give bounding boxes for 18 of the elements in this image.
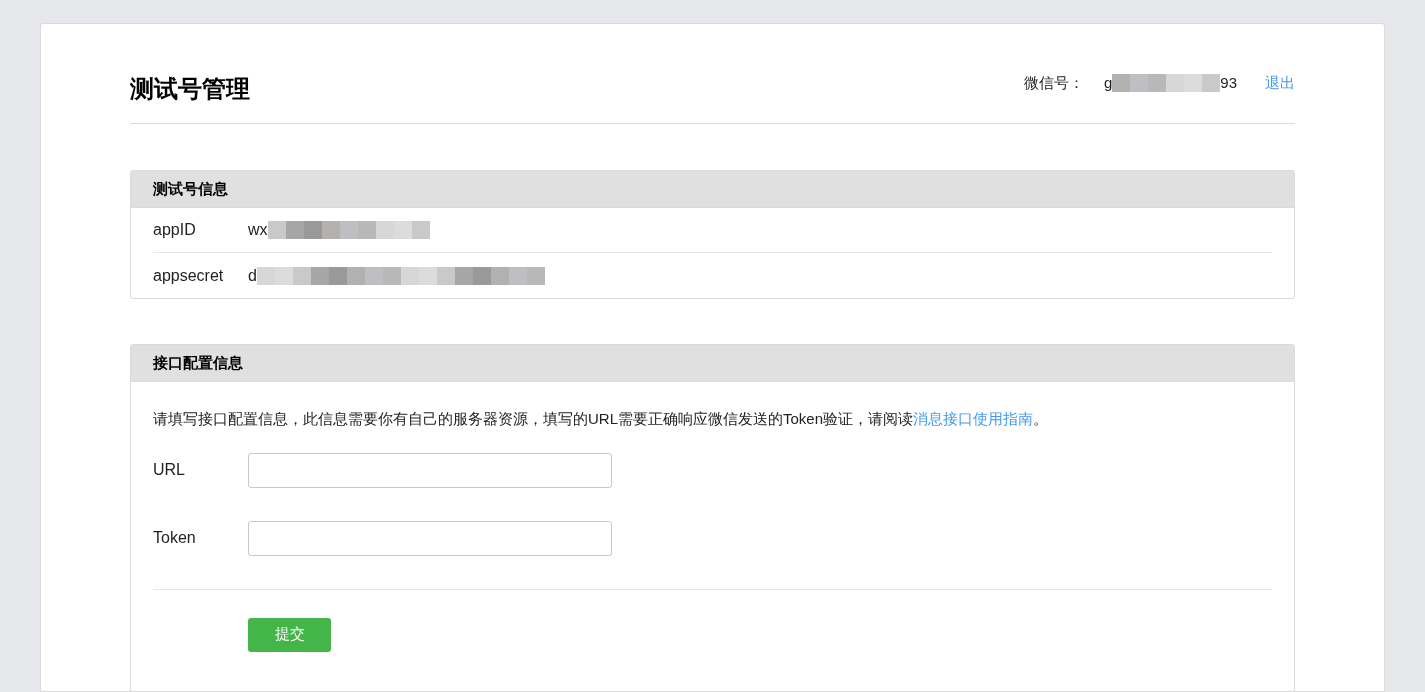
wechat-id-text: g [1103,72,1113,93]
panel-title: 接口配置信息 [153,352,243,373]
instruction-text: 请填写接口配置信息，此信息需要你有自己的服务器资源，填写的URL需要正确响应微信发送的Token验证，请阅读消息接口使用指南。 [153,409,1050,429]
field-label: appID [153,220,197,240]
input-field[interactable] [248,520,612,556]
field-value: wx [248,220,268,240]
wechat-id-label: 微信号： [1023,72,1084,93]
wechat-id-text: 93 [1220,72,1237,93]
page-title: 测试号管理 [130,74,250,104]
panel-title: 测试号信息 [153,178,228,199]
field-label: URL [153,460,186,480]
guide-link[interactable]: 消息接口使用指南 [913,410,1034,427]
field-label: appsecret [153,265,225,286]
field-label: Token [153,528,197,548]
submit-button[interactable]: 提交 [248,617,331,652]
logout-link[interactable]: 退出 [1265,71,1295,95]
field-value: d [248,265,257,286]
input-field[interactable] [248,452,612,488]
